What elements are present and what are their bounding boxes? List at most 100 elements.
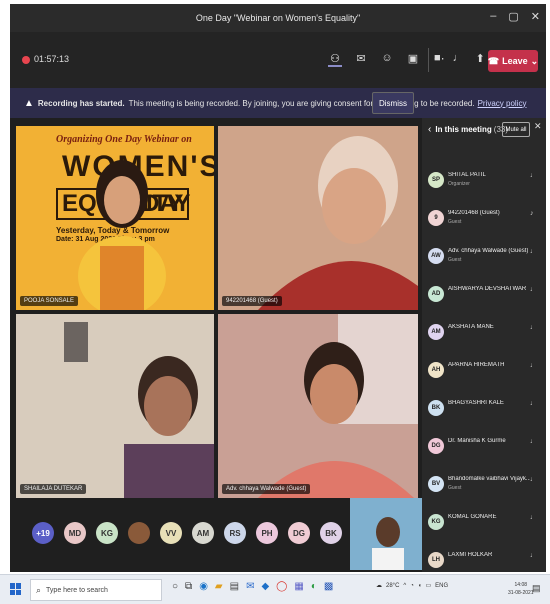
- avatar[interactable]: KG: [96, 522, 118, 544]
- rooms-icon[interactable]: ▣: [406, 52, 420, 67]
- banner-title: Recording has started.: [37, 98, 125, 108]
- warning-icon: ▲: [24, 97, 34, 109]
- task-view-icon[interactable]: ⧉: [185, 581, 192, 592]
- avatar[interactable]: VV: [160, 522, 182, 544]
- chevron-up-icon[interactable]: ^: [403, 583, 406, 589]
- mic-muted-icon: ♩: [530, 476, 537, 483]
- video-tile-3[interactable]: SHAILAJA DUTEKAR: [16, 314, 214, 498]
- tile-name-4: Adv. chhaya Walwade (Guest): [222, 484, 311, 494]
- people-icon[interactable]: ⚇: [328, 52, 342, 67]
- leave-label: Leave: [502, 56, 528, 66]
- participant-video-1: [78, 160, 166, 310]
- banner-message: This meeting is being recorded. By joini…: [128, 98, 475, 108]
- mic-icon: ♪: [530, 210, 534, 217]
- cortana-icon[interactable]: ○: [172, 581, 178, 592]
- avatar[interactable]: PH: [256, 522, 278, 544]
- mic-icon[interactable]: ♩: [453, 52, 464, 65]
- participant-item[interactable]: BV Bhandomalke vaibhavi Vijayk... Guest …: [422, 470, 546, 508]
- taskbar-search[interactable]: ⌕ Type here to search: [30, 579, 162, 601]
- teams-icon[interactable]: ▦: [294, 581, 303, 592]
- dismiss-button[interactable]: Dismiss: [372, 92, 414, 114]
- edge-icon[interactable]: ◉: [199, 581, 208, 592]
- network-icon[interactable]: ◔: [410, 583, 414, 589]
- avatar[interactable]: RS: [224, 522, 246, 544]
- panel-header: ‹ In this meeting (33) Mute all ✕: [422, 118, 546, 140]
- chat-icon[interactable]: ✉: [354, 52, 368, 67]
- mic-muted-icon: ♩: [530, 286, 537, 293]
- volume-icon[interactable]: ◖: [418, 583, 422, 589]
- participant-name: BHAGYASHRI KALE: [448, 400, 504, 406]
- avatar: AW: [428, 248, 444, 264]
- system-clock[interactable]: 14:08 31-08-2021: [508, 581, 534, 597]
- avatar[interactable]: BK: [320, 522, 342, 544]
- maximize-icon[interactable]: ▢: [508, 10, 518, 23]
- mic-muted-icon: ♩: [530, 552, 537, 559]
- participant-name: AKSHATA MANE: [448, 324, 494, 330]
- avatar[interactable]: AM: [192, 522, 214, 544]
- recording-icon: [22, 56, 30, 64]
- title-bar: One Day "Webinar on Women's Equality" – …: [10, 4, 546, 32]
- participant-item[interactable]: AD AISHWARYA DEVSHATWAR ♩: [422, 280, 546, 318]
- participant-item[interactable]: SP SHITAL PATIL Organizer ♩: [422, 166, 546, 204]
- system-tray: ☁ 28°C ^ ◔ ◖ ▭ ENG: [376, 582, 448, 590]
- language-indicator[interactable]: ENG: [435, 583, 448, 589]
- search-placeholder: Type here to search: [46, 586, 108, 594]
- leave-button[interactable]: ☎ Leave ⌄: [488, 50, 538, 72]
- avatar[interactable]: [128, 522, 150, 544]
- file-explorer-icon[interactable]: ▰: [215, 581, 223, 592]
- participant-name: LAXMI HOLKAR: [448, 552, 493, 558]
- notification-icon[interactable]: ▤: [532, 583, 541, 594]
- participant-item[interactable]: AH APARNA HIREMATH ♩: [422, 356, 546, 394]
- opera-icon[interactable]: ◯: [276, 581, 287, 592]
- store-icon[interactable]: ▤: [230, 581, 239, 592]
- video-tile-1[interactable]: Organizing One Day Webinar on WOMEN'S EQ…: [16, 126, 214, 310]
- participant-item[interactable]: AM AKSHATA MANE ♩: [422, 318, 546, 356]
- self-view-video[interactable]: [350, 498, 422, 570]
- word-icon[interactable]: ▩: [324, 581, 333, 592]
- close-icon[interactable]: ✕: [531, 10, 540, 23]
- chrome-icon[interactable]: ◐: [311, 581, 317, 592]
- phone-icon: ☎: [487, 55, 500, 66]
- privacy-policy-link[interactable]: Privacy policy: [478, 99, 527, 108]
- video-tile-2[interactable]: 942201468 (Guest): [218, 126, 418, 310]
- battery-icon[interactable]: ▭: [425, 582, 431, 589]
- tile-name-2: 942201468 (Guest): [222, 296, 282, 306]
- app-icon[interactable]: ◆: [261, 581, 269, 592]
- chevron-down-icon: ⌄: [530, 55, 539, 66]
- avatar: AM: [428, 324, 444, 340]
- video-tile-4[interactable]: Adv. chhaya Walwade (Guest): [218, 314, 418, 498]
- tile-name-1: POOJA SONSALE: [20, 296, 79, 306]
- participant-name: 942201468 (Guest): [448, 210, 500, 216]
- participant-item[interactable]: LH LAXMI HOLKAR ♩: [422, 546, 546, 572]
- chevron-left-icon[interactable]: ‹: [428, 124, 431, 135]
- avatar[interactable]: DG: [288, 522, 310, 544]
- mail-icon[interactable]: ✉: [246, 581, 254, 592]
- participant-item[interactable]: 9 942201468 (Guest) Guest ♪: [422, 204, 546, 242]
- participant-item[interactable]: AW Adv. chhaya Walwade (Guest) Guest ♩: [422, 242, 546, 280]
- avatar: 9: [428, 210, 444, 226]
- participant-item[interactable]: DG Dr. Manisha K Gurme ♩: [422, 432, 546, 470]
- minimize-icon[interactable]: –: [490, 10, 496, 23]
- camera-icon[interactable]: ■: [434, 52, 441, 65]
- reactions-icon[interactable]: ☺: [380, 52, 394, 67]
- mic-muted-icon: ♩: [530, 172, 537, 179]
- participant-video-2: [218, 126, 418, 310]
- tile-name-3: SHAILAJA DUTEKAR: [20, 484, 87, 494]
- clock-time: 14:08: [514, 582, 528, 588]
- mic-muted-icon: ♩: [530, 514, 537, 521]
- panel-title: In this meeting: [435, 124, 492, 134]
- mute-all-button[interactable]: Mute all: [502, 122, 530, 137]
- avatar[interactable]: MD: [64, 522, 86, 544]
- mic-muted-icon: ♩: [530, 438, 537, 445]
- close-panel-icon[interactable]: ✕: [534, 121, 542, 132]
- participant-item[interactable]: BK BHAGYASHRI KALE ♩: [422, 394, 546, 432]
- windows-start-icon[interactable]: [10, 583, 22, 595]
- participants-panel: ‹ In this meeting (33) Mute all ✕ SP SHI…: [422, 118, 546, 572]
- share-icon[interactable]: ⬆: [476, 52, 485, 65]
- participant-video-4: [218, 314, 418, 498]
- overflow-avatar[interactable]: +19: [32, 522, 54, 544]
- participant-item[interactable]: KG KOMAL GONARE ♩: [422, 508, 546, 546]
- participant-name: APARNA HIREMATH: [448, 362, 505, 368]
- participant-strip: +19 MD KG VV AM RS PH DG BK: [10, 502, 348, 572]
- participant-role: Guest: [448, 219, 462, 225]
